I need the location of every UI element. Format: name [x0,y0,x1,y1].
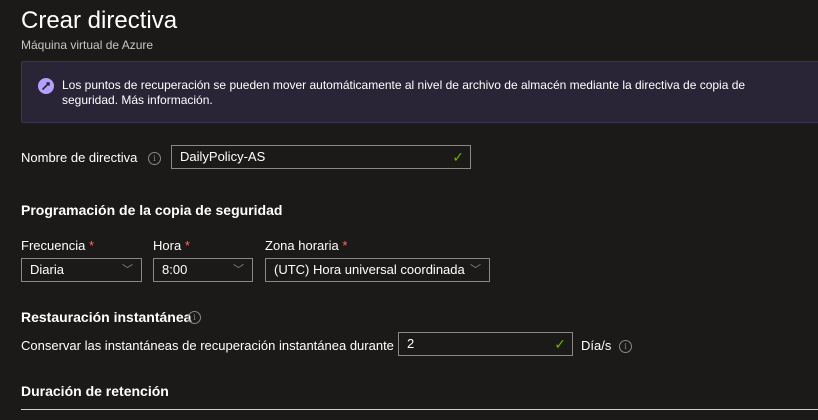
retention-heading: Duración de retención [21,383,169,399]
required-asterisk: * [184,238,190,253]
retain-snapshots-label: Conservar las instantáneas de recuperaci… [21,338,394,353]
valid-check-icon: ✓ [554,336,566,352]
banner-text: Los puntos de recuperación se pueden mov… [62,78,746,107]
info-banner: Los puntos de recuperación se pueden mov… [21,61,818,123]
page-subtitle: Máquina virtual de Azure [21,38,154,52]
timezone-label: Zona horaria * [265,238,348,253]
frequency-label: Frecuencia * [21,238,94,253]
chevron-down-icon: ﹀ [233,264,244,276]
chevron-down-icon: ﹀ [470,264,481,276]
policy-name-input[interactable]: DailyPolicy-AS ✓ [171,145,471,169]
info-icon[interactable]: i [188,311,201,324]
instant-restore-heading: Restauración instantánea [21,309,192,325]
chevron-down-icon: ﹀ [122,264,133,276]
required-asterisk: * [88,238,94,253]
schedule-heading: Programación de la copia de seguridad [21,202,283,218]
info-icon[interactable]: i [148,152,161,165]
time-dropdown[interactable]: 8:00 ﹀ [153,258,253,282]
timezone-dropdown[interactable]: (UTC) Hora universal coordinada ﹀ [265,258,490,282]
frequency-dropdown[interactable]: Diaria ﹀ [21,258,142,282]
info-icon[interactable]: i [619,340,632,353]
days-unit-label: Día/s [581,338,612,353]
rocket-icon [38,78,54,94]
time-label: Hora * [153,238,190,253]
page-title: Crear directiva [21,7,178,34]
section-divider [21,409,818,410]
valid-check-icon: ✓ [452,149,464,165]
required-asterisk: * [342,238,348,253]
retain-days-input[interactable]: 2 ✓ [398,332,573,356]
policy-name-label: Nombre de directiva [21,150,138,165]
